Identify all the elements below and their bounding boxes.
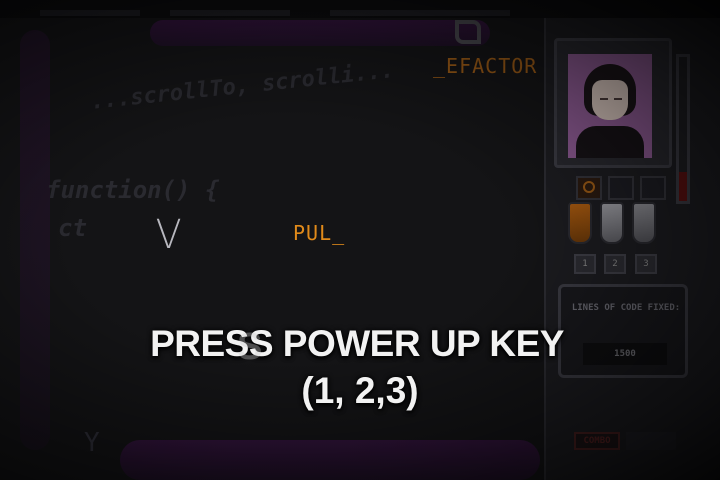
- game-screen: ...scrollTo, scrolli... function() { ct …: [0, 0, 720, 480]
- powerup-tube-1: [568, 202, 592, 244]
- powerup-slot: [576, 176, 602, 200]
- portrait-body: [576, 126, 644, 158]
- background-code-line: ...scrollTo, scrolli...: [89, 58, 396, 115]
- powerup-icon: [583, 181, 595, 193]
- status-bar-segment: [170, 10, 290, 16]
- lines-fixed-label: LINES OF CODE FIXED:: [571, 303, 681, 313]
- powerup-slot: [640, 176, 666, 200]
- overlay-prompt-line2: (1, 2,3): [301, 370, 419, 411]
- combo-label: COMBO: [574, 432, 620, 450]
- player-portrait: [568, 54, 652, 158]
- health-meter: [676, 54, 690, 204]
- falling-letter-v: V: [155, 212, 182, 258]
- health-meter-fill: [679, 172, 687, 201]
- status-bar-segment: [40, 10, 140, 16]
- cable-decoration: [150, 20, 490, 46]
- powerup-slots: [576, 176, 672, 200]
- falling-letter-g: [455, 20, 481, 44]
- powerup-tubes: [568, 202, 660, 244]
- powerup-key-1[interactable]: 1: [574, 254, 596, 274]
- status-bar-segment: [330, 10, 510, 16]
- falling-word-typed: PUL_: [293, 221, 346, 245]
- powerup-key-3[interactable]: 3: [635, 254, 657, 274]
- powerup-key-2[interactable]: 2: [604, 254, 626, 274]
- portrait-face: [592, 80, 628, 120]
- background-code-line: function() {: [46, 176, 220, 204]
- portrait-eye: [614, 98, 622, 100]
- powerup-slot: [608, 176, 634, 200]
- powerup-tube-3: [632, 202, 656, 244]
- ghost-letter-s: S: [237, 326, 263, 368]
- portrait-eye: [600, 98, 608, 100]
- top-status-bar: [0, 0, 720, 18]
- powerup-tube-2: [600, 202, 624, 244]
- cable-decoration: [120, 440, 540, 480]
- overlay-prompt-line1: PRESS POWER UP KEY: [150, 323, 564, 364]
- combo-meter: [626, 432, 676, 450]
- background-code-line: ct: [58, 214, 87, 242]
- falling-word-refactor: _EFACTOR: [433, 54, 538, 78]
- falling-letter-y: Y: [84, 428, 100, 458]
